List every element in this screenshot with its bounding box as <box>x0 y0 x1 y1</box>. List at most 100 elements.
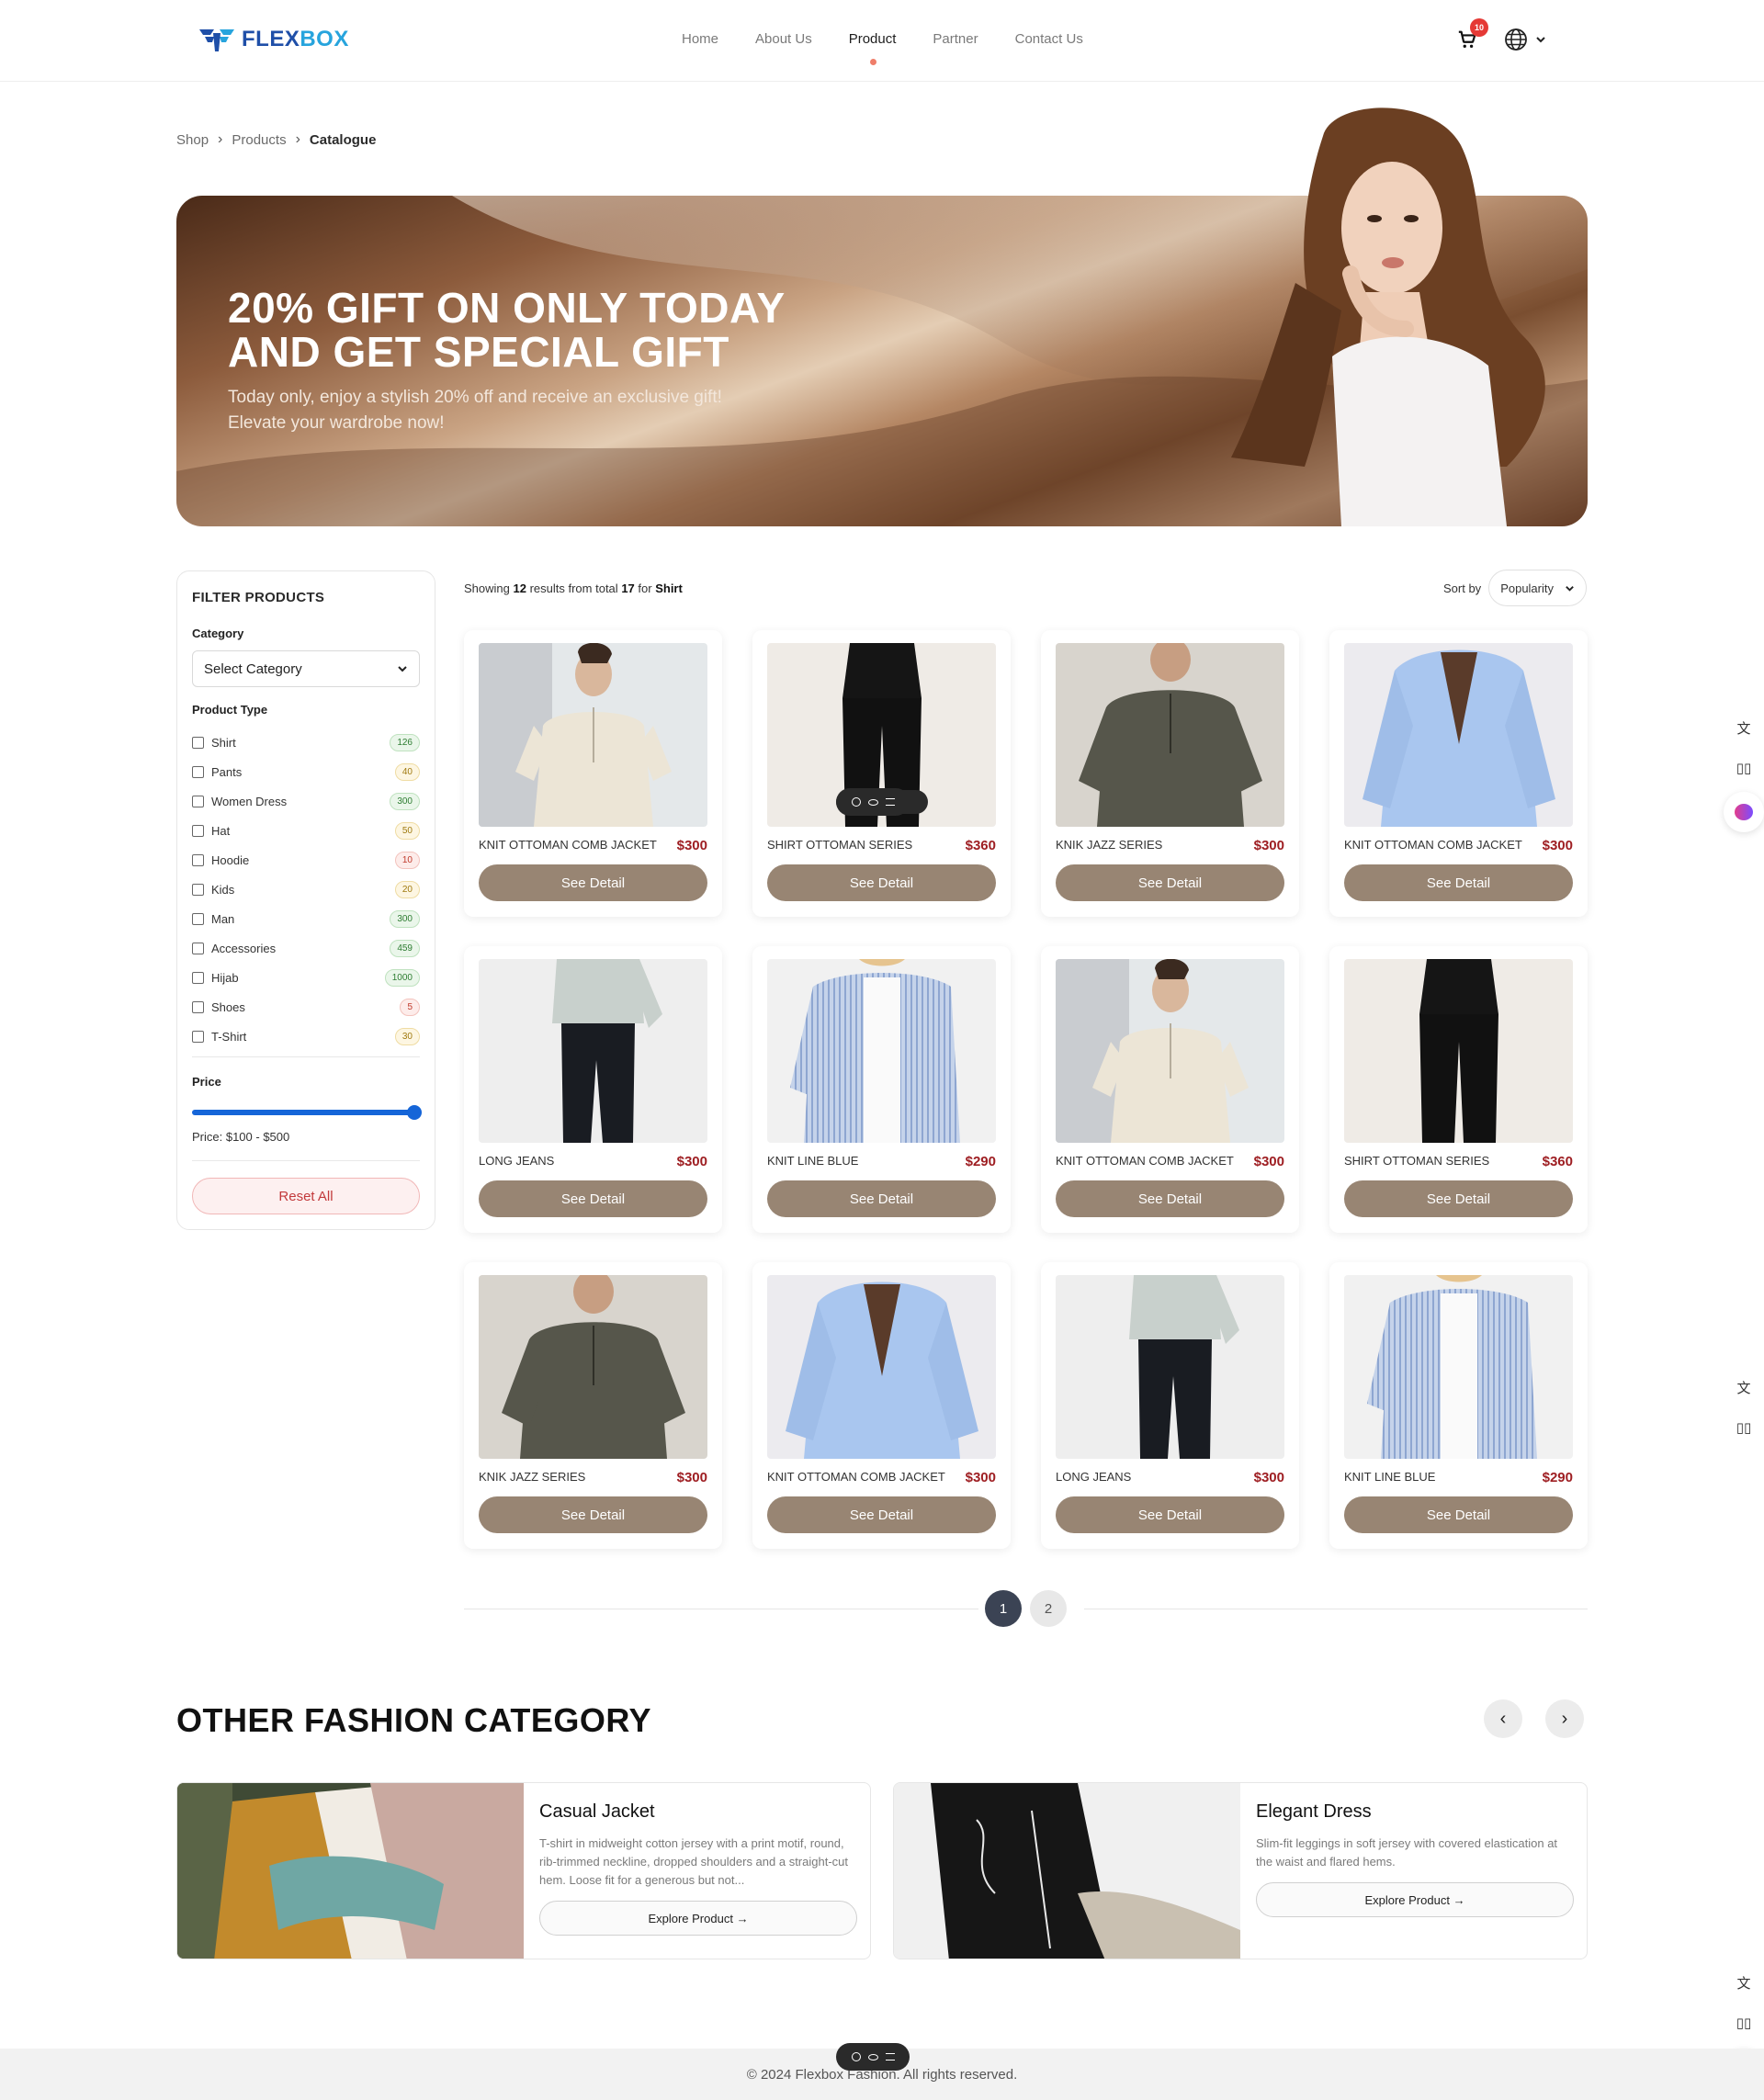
breadcrumb-products[interactable]: Products <box>232 132 286 148</box>
product-image[interactable] <box>1344 1275 1573 1459</box>
nav-partner[interactable]: Partner <box>933 31 978 47</box>
checkbox[interactable] <box>192 942 204 954</box>
language-selector[interactable] <box>1504 28 1546 51</box>
product-type-option[interactable]: Pants 40 <box>192 757 420 786</box>
see-detail-button[interactable]: See Detail <box>479 1496 707 1533</box>
nav-about-us[interactable]: About Us <box>755 31 812 47</box>
checkbox[interactable] <box>192 1000 204 1013</box>
product-image[interactable] <box>767 1275 996 1459</box>
eye-icon[interactable] <box>867 798 878 806</box>
menu-icon[interactable] <box>885 2053 895 2060</box>
category-card[interactable]: Casual Jacket T-shirt in midweight cotto… <box>176 1782 871 1959</box>
product-image[interactable] <box>767 959 996 1143</box>
slider-thumb[interactable] <box>407 1105 422 1120</box>
nav-home[interactable]: Home <box>682 31 718 47</box>
product-name: KNIT OTTOMAN COMB JACKET <box>1056 1154 1234 1168</box>
product-card[interactable]: KNIT OTTOMAN COMB JACKET $300 See Detail <box>1329 630 1588 917</box>
media-toolbar[interactable] <box>836 2043 910 2071</box>
checkbox[interactable] <box>192 971 204 984</box>
menu-icon[interactable] <box>885 798 895 806</box>
nav-contact-us[interactable]: Contact Us <box>1015 31 1083 47</box>
translate-tool-button[interactable]: 文 <box>1724 1367 1764 1407</box>
price-slider[interactable] <box>192 1105 422 1120</box>
page-button-2[interactable]: 2 <box>1030 1590 1067 1627</box>
see-detail-button[interactable]: See Detail <box>767 1180 996 1217</box>
see-detail-button[interactable]: See Detail <box>1344 864 1573 901</box>
product-image[interactable] <box>479 959 707 1143</box>
cart-button[interactable]: 10 <box>1457 18 1488 51</box>
product-type-option[interactable]: Accessories 459 <box>192 933 420 963</box>
carousel-prev-button[interactable]: ‹ <box>1484 1699 1522 1738</box>
see-detail-button[interactable]: See Detail <box>1056 1496 1284 1533</box>
brain-icon <box>1735 804 1753 820</box>
product-image[interactable] <box>1344 959 1573 1143</box>
product-image[interactable] <box>1056 1275 1284 1459</box>
product-image[interactable] <box>1056 959 1284 1143</box>
product-image[interactable] <box>1344 643 1573 827</box>
see-detail-button[interactable]: See Detail <box>1056 1180 1284 1217</box>
product-type-option[interactable]: Kids 20 <box>192 875 420 904</box>
translate-tool-button[interactable]: 文 <box>1724 707 1764 748</box>
reset-all-button[interactable]: Reset All <box>192 1178 420 1214</box>
product-card[interactable]: SHIRT OTTOMAN SERIES $360 See Detail <box>1329 946 1588 1233</box>
see-detail-button[interactable]: See Detail <box>1344 1180 1573 1217</box>
see-detail-button[interactable]: See Detail <box>767 864 996 901</box>
category-card[interactable]: Elegant Dress Slim-fit leggings in soft … <box>893 1782 1588 1959</box>
sort-label: Sort by <box>1443 581 1482 595</box>
product-type-option[interactable]: Shirt 126 <box>192 728 420 757</box>
breadcrumb-shop[interactable]: Shop <box>176 132 209 148</box>
product-card[interactable]: LONG JEANS $300 See Detail <box>1041 1262 1299 1549</box>
chevron-right-icon: › <box>295 131 300 147</box>
page-button-1[interactable]: 1 <box>985 1590 1022 1627</box>
see-detail-button[interactable]: See Detail <box>1344 1496 1573 1533</box>
product-image[interactable] <box>1056 643 1284 827</box>
checkbox[interactable] <box>192 824 204 837</box>
media-toolbar[interactable] <box>836 788 910 816</box>
product-card[interactable]: SHIRT OTTOMAN SERIES $360 See Detail <box>752 630 1011 917</box>
product-card[interactable]: KNIT OTTOMAN COMB JACKET $300 See Detail <box>1041 946 1299 1233</box>
checkbox[interactable] <box>192 1030 204 1043</box>
checkbox[interactable] <box>192 853 204 866</box>
reader-tool-button[interactable]: ▯▯ <box>1724 748 1764 788</box>
product-type-option[interactable]: Hijab 1000 <box>192 963 420 992</box>
see-detail-button[interactable]: See Detail <box>479 864 707 901</box>
product-card[interactable]: KNIT OTTOMAN COMB JACKET $300 See Detail <box>752 1262 1011 1549</box>
checkbox[interactable] <box>192 736 204 749</box>
nav-product[interactable]: Product <box>849 31 896 65</box>
product-type-option[interactable]: Man 300 <box>192 904 420 933</box>
brand-logo[interactable]: FLEXBOX <box>198 24 349 55</box>
category-select[interactable]: Select Category <box>192 650 420 687</box>
ai-assistant-button[interactable] <box>1724 792 1764 832</box>
checkbox[interactable] <box>192 795 204 807</box>
chevron-right-icon: › <box>1561 1708 1568 1729</box>
reader-tool-button[interactable]: ▯▯ <box>1724 2003 1764 2043</box>
product-type-option[interactable]: Hoodie 10 <box>192 845 420 875</box>
product-card[interactable]: LONG JEANS $300 See Detail <box>464 946 722 1233</box>
comment-icon[interactable] <box>851 2052 861 2061</box>
checkbox[interactable] <box>192 912 204 925</box>
product-card[interactable]: KNIT LINE BLUE $290 See Detail <box>752 946 1011 1233</box>
translate-tool-button[interactable]: 文 <box>1724 1962 1764 2003</box>
product-image[interactable] <box>479 643 707 827</box>
comment-icon[interactable] <box>851 797 861 807</box>
product-type-option[interactable]: Women Dress 300 <box>192 786 420 816</box>
reader-tool-button[interactable]: ▯▯ <box>1724 1407 1764 1448</box>
product-card[interactable]: KNIK JAZZ SERIES $300 See Detail <box>1041 630 1299 917</box>
checkbox[interactable] <box>192 765 204 778</box>
product-type-option[interactable]: Shoes 5 <box>192 992 420 1022</box>
see-detail-button[interactable]: See Detail <box>1056 864 1284 901</box>
see-detail-button[interactable]: See Detail <box>479 1180 707 1217</box>
product-card[interactable]: KNIT OTTOMAN COMB JACKET $300 See Detail <box>464 630 722 917</box>
see-detail-button[interactable]: See Detail <box>767 1496 996 1533</box>
carousel-next-button[interactable]: › <box>1545 1699 1584 1738</box>
explore-product-button[interactable]: Explore Product → <box>1256 1882 1574 1917</box>
product-type-option[interactable]: Hat 50 <box>192 816 420 845</box>
product-type-option[interactable]: T-Shirt 30 <box>192 1022 420 1051</box>
sort-select[interactable]: Popularity <box>1488 570 1587 606</box>
product-card[interactable]: KNIK JAZZ SERIES $300 See Detail <box>464 1262 722 1549</box>
explore-product-button[interactable]: Explore Product → <box>539 1901 857 1936</box>
checkbox[interactable] <box>192 883 204 896</box>
eye-icon[interactable] <box>867 2053 878 2060</box>
product-card[interactable]: KNIT LINE BLUE $290 See Detail <box>1329 1262 1588 1549</box>
product-image[interactable] <box>479 1275 707 1459</box>
